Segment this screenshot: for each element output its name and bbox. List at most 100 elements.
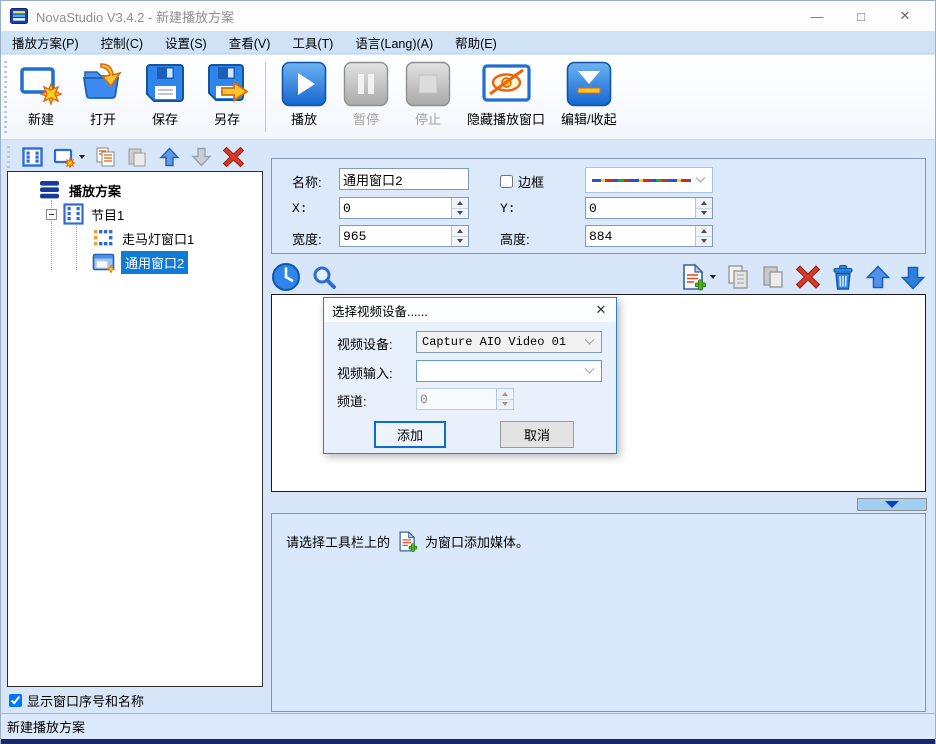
chevron-down-icon xyxy=(696,172,706,182)
dialog-title-bar[interactable]: 选择视频设备...... ✕ xyxy=(324,298,616,322)
up-arrow-icon xyxy=(158,146,181,168)
panel-collapse-handle[interactable] xyxy=(857,498,927,511)
dialog-title: 选择视频设备...... xyxy=(332,301,428,320)
down-arrow-disabled-icon xyxy=(190,146,213,168)
hint-text-suffix: 为窗口添加媒体。 xyxy=(425,532,529,551)
spin-down-icon[interactable] xyxy=(696,237,712,247)
title-bar: NovaStudio V3.4.2 - 新建播放方案 — □ ✕ xyxy=(1,1,935,31)
tree-item-program[interactable]: 节目1 xyxy=(8,202,262,226)
spin-up-icon[interactable] xyxy=(696,198,712,209)
add-media-hint-icon xyxy=(397,530,418,553)
collapse-toggle-icon[interactable] xyxy=(46,209,57,220)
menu-settings[interactable]: 设置(S) xyxy=(154,31,218,53)
chevron-down-icon xyxy=(585,334,595,344)
save-icon xyxy=(142,61,188,107)
move-up-button[interactable] xyxy=(158,146,181,168)
border-style-combobox[interactable] xyxy=(585,167,713,193)
playtime-clock-button[interactable] xyxy=(271,262,301,292)
close-button[interactable]: ✕ xyxy=(883,1,927,31)
new-window-icon xyxy=(53,146,76,168)
add-media-caret-icon[interactable] xyxy=(710,275,716,279)
open-button[interactable]: 打开 xyxy=(73,58,133,131)
new-button[interactable]: 新建 xyxy=(11,58,71,131)
border-checkbox[interactable] xyxy=(500,175,513,188)
spin-down-icon[interactable] xyxy=(452,209,468,219)
clear-all-trash-button[interactable] xyxy=(830,264,856,291)
y-spinner[interactable] xyxy=(585,197,713,219)
film-icon xyxy=(21,146,44,168)
new-icon xyxy=(18,61,64,107)
cancel-button[interactable]: 取消 xyxy=(500,421,574,448)
menu-bar: 播放方案(P) 控制(C) 设置(S) 查看(V) 工具(T) 语言(Lang)… xyxy=(1,31,935,54)
tree-item-marquee-window[interactable]: 走马灯窗口1 xyxy=(8,226,262,250)
status-text: 新建播放方案 xyxy=(7,717,85,736)
y-label: Y: xyxy=(500,201,516,216)
show-window-index-option: 显示窗口序号和名称 xyxy=(9,691,144,710)
menu-help[interactable]: 帮助(E) xyxy=(444,31,508,53)
name-input[interactable] xyxy=(339,168,469,190)
scheme-tree: 播放方案 节目1 走马灯窗口1 xyxy=(7,171,263,687)
media-hint-panel: 请选择工具栏上的 为窗口添加媒体。 xyxy=(271,513,926,712)
width-spinner[interactable] xyxy=(339,225,469,247)
hide-playback-button[interactable]: 隐藏播放窗口 xyxy=(460,58,552,131)
spin-down-icon[interactable] xyxy=(696,209,712,219)
add-media-button[interactable] xyxy=(680,263,716,291)
scheme-icon xyxy=(38,180,63,200)
save-button[interactable]: 保存 xyxy=(135,58,195,131)
add-program-button[interactable] xyxy=(21,146,44,168)
y-input[interactable] xyxy=(586,198,695,218)
open-label: 打开 xyxy=(90,109,116,128)
width-input[interactable] xyxy=(340,226,451,246)
move-down-button xyxy=(190,146,213,168)
toolbar-separator xyxy=(265,62,266,132)
menu-language[interactable]: 语言(Lang)(A) xyxy=(344,31,444,53)
width-label: 宽度: xyxy=(292,229,322,248)
media-down-button[interactable] xyxy=(900,264,926,291)
spin-down-icon[interactable] xyxy=(452,237,468,247)
maximize-button[interactable]: □ xyxy=(839,1,883,31)
add-button[interactable]: 添加 xyxy=(374,421,446,448)
show-window-index-label: 显示窗口序号和名称 xyxy=(27,691,144,710)
spin-up-icon[interactable] xyxy=(696,226,712,237)
x-spinner[interactable] xyxy=(339,197,469,219)
pause-button: 暂停 xyxy=(336,58,396,131)
minimize-button[interactable]: — xyxy=(795,1,839,31)
video-device-combobox[interactable]: Capture AIO Video 01 xyxy=(416,331,602,353)
height-input[interactable] xyxy=(586,226,695,246)
video-input-combobox[interactable] xyxy=(416,360,602,382)
window-title: NovaStudio V3.4.2 - 新建播放方案 xyxy=(36,7,234,26)
program-film-icon xyxy=(62,203,85,225)
pause-icon xyxy=(343,61,389,107)
add-window-button[interactable] xyxy=(53,146,85,168)
menu-control[interactable]: 控制(C) xyxy=(90,31,154,53)
spin-up-icon[interactable] xyxy=(452,226,468,237)
hide-playback-label: 隐藏播放窗口 xyxy=(467,109,545,128)
play-button[interactable]: 播放 xyxy=(274,58,334,131)
dialog-close-button[interactable]: ✕ xyxy=(586,298,616,322)
preview-search-button[interactable] xyxy=(311,264,338,291)
copy-icon xyxy=(94,146,117,168)
channel-label: 频道: xyxy=(337,391,367,410)
delete-media-button[interactable] xyxy=(795,264,821,290)
menu-playscheme[interactable]: 播放方案(P) xyxy=(1,31,90,53)
tree-item-label: 播放方案 xyxy=(69,181,121,200)
tree-item-general-window[interactable]: 通用窗口2 xyxy=(8,250,262,274)
copy-node-button[interactable] xyxy=(94,146,117,168)
tree-item-label-selected: 通用窗口2 xyxy=(121,251,188,274)
menu-view[interactable]: 查看(V) xyxy=(218,31,282,53)
delete-node-button[interactable] xyxy=(222,146,245,168)
x-input[interactable] xyxy=(340,198,451,218)
paste-media-button xyxy=(760,264,786,290)
height-spinner[interactable] xyxy=(585,225,713,247)
add-window-caret-icon[interactable] xyxy=(79,155,85,159)
copy-media-button xyxy=(725,264,751,290)
edit-collapse-button[interactable]: 编辑/收起 xyxy=(554,58,624,131)
show-window-index-checkbox[interactable] xyxy=(9,694,22,707)
height-label: 高度: xyxy=(500,229,530,248)
save-as-button[interactable]: 另存 xyxy=(197,58,257,131)
spin-up-icon[interactable] xyxy=(452,198,468,209)
media-up-button[interactable] xyxy=(865,264,891,291)
stop-icon xyxy=(405,61,451,107)
menu-tools[interactable]: 工具(T) xyxy=(281,31,344,53)
tree-item-scheme[interactable]: 播放方案 xyxy=(8,178,262,202)
